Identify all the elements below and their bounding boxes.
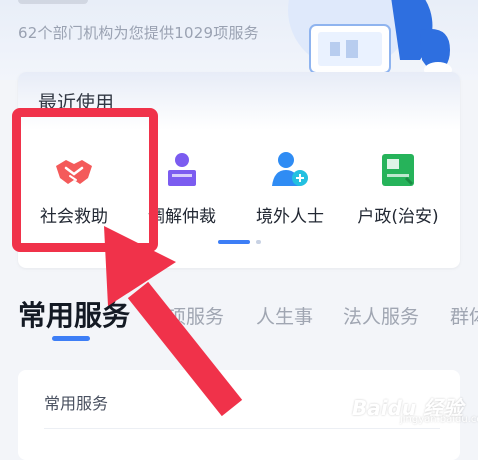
tab-groups[interactable]: 群体 bbox=[450, 302, 478, 329]
mediator-icon bbox=[168, 153, 196, 186]
service-label: 境外人士 bbox=[256, 207, 324, 227]
tab-legal-person-services[interactable]: 法人服务 bbox=[343, 302, 419, 329]
hero-subtitle: 62个部门机构为您提供1029项服务 bbox=[18, 24, 259, 42]
tab-common-services[interactable]: 常用服务 bbox=[18, 294, 130, 334]
page-indicator-active bbox=[218, 240, 250, 244]
foreign-person-icon bbox=[272, 152, 308, 186]
service-household-registration[interactable]: 户政(治安) bbox=[348, 150, 448, 227]
divider bbox=[44, 428, 440, 429]
robot-mascot-illustration bbox=[288, 0, 452, 78]
service-foreign-persons[interactable]: 境外人士 bbox=[240, 150, 340, 227]
baidu-watermark-url: jingyan.baidu.com bbox=[400, 414, 478, 425]
hero-title-fragment bbox=[18, 0, 88, 4]
hero-banner: 62个部门机构为您提供1029项服务 bbox=[0, 0, 478, 80]
highlight-box-annotation bbox=[12, 108, 158, 252]
active-tab-underline bbox=[52, 336, 90, 341]
service-tabs: 常用服务 专项服务 人生事 法人服务 群体 bbox=[0, 290, 478, 350]
tab-special-services[interactable]: 专项服务 bbox=[148, 302, 224, 329]
page-indicator-dot[interactable] bbox=[256, 240, 261, 244]
common-services-title: 常用服务 bbox=[44, 394, 109, 413]
service-label: 户政(治安) bbox=[357, 207, 439, 227]
tab-life-events[interactable]: 人生事 bbox=[256, 302, 313, 329]
household-flag-icon bbox=[382, 154, 414, 186]
